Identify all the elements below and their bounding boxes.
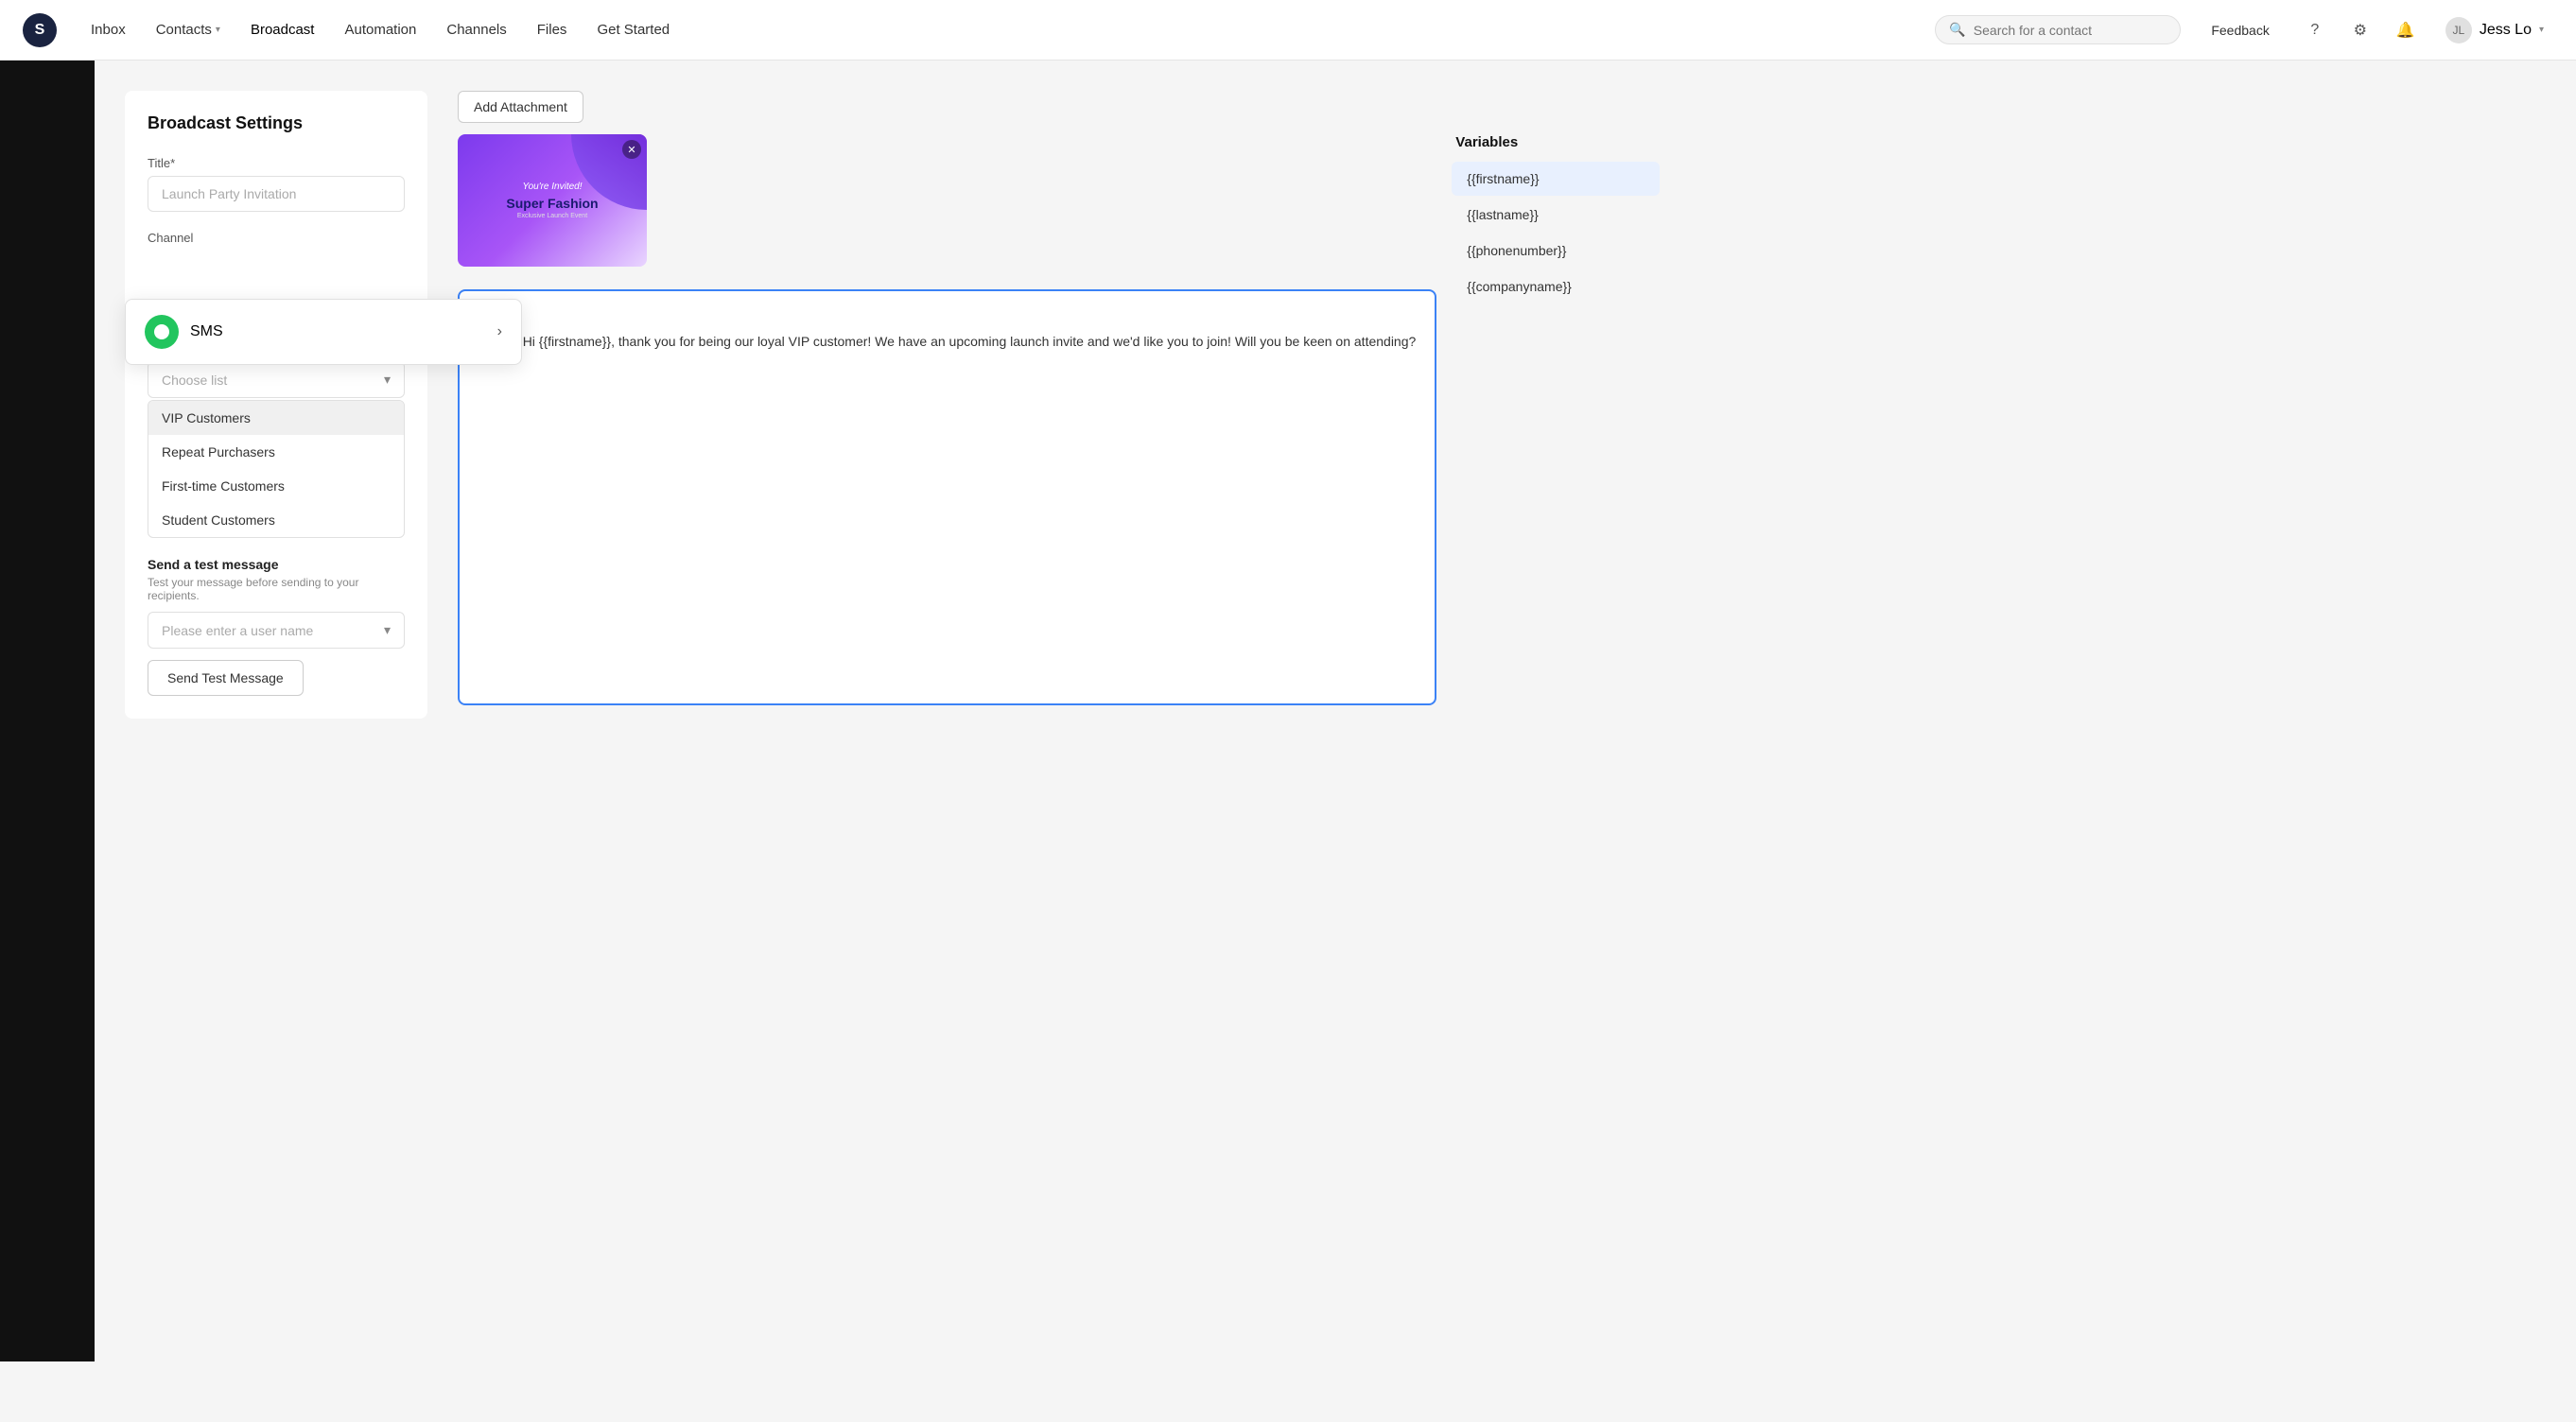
attachment-row: Add Attachment — [458, 91, 2546, 134]
nav-item-broadcast[interactable]: Broadcast — [239, 14, 326, 45]
main-content: Broadcast Settings Title* Channel SMS › — [95, 61, 2576, 1361]
list-dropdown[interactable]: Choose list ▾ — [148, 361, 405, 398]
variable-phonenumber[interactable]: {{phonenumber}} — [1452, 234, 1660, 268]
top-navigation: S Inbox Contacts ▾ Broadcast Automation … — [0, 0, 2576, 61]
user-menu[interactable]: JL Jess Lo ▾ — [2436, 11, 2553, 49]
user-chevron-icon: ▾ — [2539, 25, 2544, 35]
variable-firstname[interactable]: {{firstname}} — [1452, 162, 1660, 196]
message-content: Hi {{firstname}}, thank you for being ou… — [523, 334, 1417, 349]
preview-close-button[interactable]: ✕ — [622, 140, 641, 159]
avatar: JL — [2445, 17, 2472, 43]
username-placeholder: Please enter a user name — [162, 623, 313, 638]
feedback-button[interactable]: Feedback — [2196, 15, 2284, 45]
settings-icon[interactable]: ⚙ — [2345, 15, 2376, 45]
variables-title: Variables — [1452, 134, 1660, 150]
channel-field-group: Channel — [148, 231, 405, 245]
user-name: Jess Lo — [2480, 22, 2532, 39]
variable-lastname[interactable]: {{lastname}} — [1452, 198, 1660, 232]
choose-list-placeholder: Choose list — [162, 373, 227, 388]
sms-icon — [145, 315, 179, 349]
preview-text1: You're Invited! — [506, 182, 598, 192]
panel-title: Broadcast Settings — [148, 113, 405, 133]
right-content: Add Attachment ✕ You're Invited! Super F… — [458, 91, 2546, 705]
search-icon: 🔍 — [1949, 22, 1965, 38]
channel-value: SMS — [190, 323, 223, 340]
search-bar[interactable]: 🔍 — [1935, 15, 2181, 44]
preview-text3: Exclusive Launch Event — [506, 213, 598, 219]
nav-item-files[interactable]: Files — [526, 14, 579, 45]
broadcast-settings-panel: Broadcast Settings Title* Channel SMS › — [125, 91, 427, 719]
nav-right: 🔍 Feedback ? ⚙ 🔔 JL Jess Lo ▾ — [1935, 11, 2553, 49]
nav-item-get-started[interactable]: Get Started — [585, 14, 681, 45]
nav-item-automation[interactable]: Automation — [333, 14, 427, 45]
channel-dropdown[interactable]: SMS › — [125, 299, 522, 365]
nav-item-inbox[interactable]: Inbox — [79, 14, 137, 45]
list-options: VIP Customers Repeat Purchasers First-ti… — [148, 400, 405, 538]
message-editor[interactable]: Hi {{firstname}}, thank you for being ou… — [458, 289, 1436, 705]
title-label: Title* — [148, 156, 405, 170]
username-chevron-icon: ▾ — [384, 622, 391, 638]
nav-item-contacts[interactable]: Contacts ▾ — [145, 14, 232, 45]
preview-text2: Super Fashion — [506, 196, 598, 211]
test-message-title: Send a test message — [148, 557, 405, 572]
sms-option: SMS — [145, 315, 223, 349]
help-icon[interactable]: ? — [2300, 15, 2330, 45]
channel-label: Channel — [148, 231, 405, 245]
add-attachment-button[interactable]: Add Attachment — [458, 91, 583, 123]
search-input[interactable] — [1974, 23, 2163, 38]
variables-panel: Variables {{firstname}} {{lastname}} {{p… — [1452, 134, 1660, 305]
preview-image: You're Invited! Super Fashion Exclusive … — [458, 134, 647, 267]
list-option-firsttime[interactable]: First-time Customers — [148, 469, 404, 503]
list-option-vip[interactable]: VIP Customers — [148, 401, 404, 435]
username-dropdown[interactable]: Please enter a user name ▾ — [148, 612, 405, 649]
title-input[interactable] — [148, 176, 405, 212]
send-test-button[interactable]: Send Test Message — [148, 660, 304, 696]
nav-links: Inbox Contacts ▾ Broadcast Automation Ch… — [79, 14, 1935, 45]
page-wrapper: Broadcast Settings Title* Channel SMS › — [125, 91, 2546, 719]
list-dropdown-chevron-icon: ▾ — [384, 372, 391, 388]
variable-companyname[interactable]: {{companyname}} — [1452, 269, 1660, 303]
test-message-desc: Test your message before sending to your… — [148, 576, 405, 602]
left-sidebar — [0, 61, 95, 1361]
list-option-repeat[interactable]: Repeat Purchasers — [148, 435, 404, 469]
list-option-student[interactable]: Student Customers — [148, 503, 404, 537]
image-preview: ✕ You're Invited! Super Fashion Exclusiv… — [458, 134, 647, 267]
contacts-chevron-icon: ▾ — [216, 25, 220, 35]
nav-item-channels[interactable]: Channels — [435, 14, 517, 45]
notifications-icon[interactable]: 🔔 — [2391, 15, 2421, 45]
app-logo: S — [23, 13, 57, 47]
test-message-section: Send a test message Test your message be… — [148, 557, 405, 696]
title-field-group: Title* — [148, 156, 405, 212]
channel-chevron-icon: › — [497, 323, 502, 340]
